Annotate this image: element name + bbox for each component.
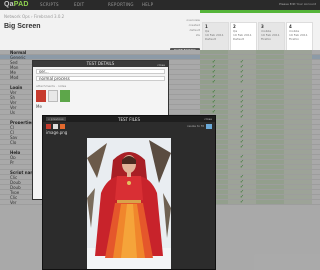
detail-field[interactable]: normal process <box>36 76 165 81</box>
header-meta: overview created default ids <box>175 18 200 38</box>
column-headers: 1 Qa 19 Feb 2011 Default 2 Qa 19 Feb 2011 Defa… <box>202 22 314 52</box>
file-toolbar: resize to fit <box>43 122 215 130</box>
nav-reporting[interactable]: REPORTING <box>108 2 142 7</box>
document-file-icon[interactable] <box>53 123 58 129</box>
column-line: Firefox <box>261 37 271 41</box>
dialog-header: « previous TEST FILES close <box>43 116 215 122</box>
dialog-close-button[interactable]: close <box>204 117 212 121</box>
column-line: Default <box>233 37 244 41</box>
thumbnail[interactable] <box>60 90 70 102</box>
attachment-thumbnails <box>36 90 165 102</box>
main-nav: SCRIPTS EDIT REPORTING HELP <box>40 2 176 7</box>
breadcrumb[interactable]: Network Ops › Firebrand 3.0.2 <box>4 14 64 19</box>
attachments-label: attachments · notes <box>36 84 67 88</box>
zoom-icon[interactable] <box>206 123 212 129</box>
column-header[interactable]: 4 mobile 19 Feb 2011 Firefox <box>286 22 313 52</box>
account-link[interactable]: Please Edit Your Account <box>279 2 316 6</box>
nav-scripts[interactable]: SCRIPTS <box>40 2 74 7</box>
thumbnail[interactable] <box>48 90 58 102</box>
column-header[interactable]: 3 mobile 19 Feb 2011 Firefox <box>258 22 285 52</box>
logo-prefix: Qa <box>4 1 14 8</box>
file-name: image.png <box>46 130 68 135</box>
dialog-close-button[interactable]: close <box>157 62 165 68</box>
page-title: Big Screen <box>4 23 41 30</box>
nav-help[interactable]: HELP <box>142 2 176 7</box>
column-line: Firefox <box>289 37 299 41</box>
pdf-file-icon[interactable] <box>60 123 65 129</box>
thumbnail[interactable] <box>36 90 46 102</box>
nav-edit[interactable]: EDIT <box>74 2 108 7</box>
column-header[interactable]: 1 Qa 19 Feb 2011 Default <box>202 22 229 52</box>
zoom-control[interactable]: resize to fit <box>187 123 212 129</box>
file-preview-image <box>87 138 171 269</box>
woman-in-red-dress-photo <box>87 138 171 269</box>
detail-field[interactable]: ser... <box>36 69 165 74</box>
zoom-label: resize to fit <box>187 124 204 128</box>
detail-text: Me <box>36 104 42 109</box>
dialog-header: TEST DETAILS close <box>33 61 168 67</box>
column-line: Default <box>205 37 216 41</box>
progress-bar <box>200 10 320 13</box>
meta-label: ids <box>195 33 200 37</box>
image-file-icon[interactable] <box>46 123 51 129</box>
logo-suffix: PAD <box>13 1 29 8</box>
dialog-title: TEST DETAILS <box>86 61 115 66</box>
dialog-title: TEST FILES <box>118 116 140 122</box>
top-nav-bar: QaPAD SCRIPTS EDIT REPORTING HELP Please… <box>0 0 320 10</box>
test-files-dialog: « previous TEST FILES close resize to fi… <box>42 115 216 270</box>
page-header: Network Ops › Firebrand 3.0.2 Big Screen… <box>0 10 320 53</box>
app-logo[interactable]: QaPAD <box>4 1 29 8</box>
column-header[interactable]: 2 Qa 19 Feb 2011 Default <box>230 22 257 52</box>
